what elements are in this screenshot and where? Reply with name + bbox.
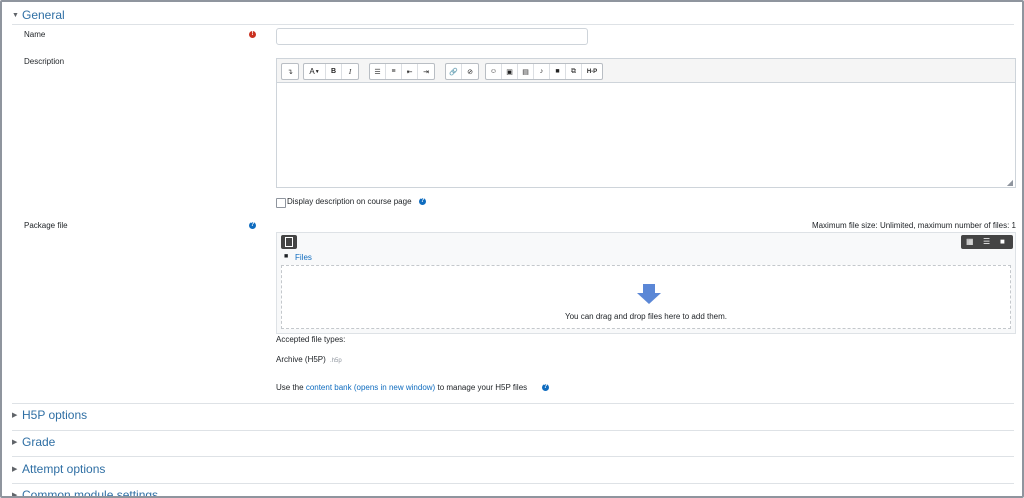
chevron-right-icon: ▶ <box>12 412 18 419</box>
grid-view-icon[interactable]: ▦ <box>966 237 974 246</box>
divider <box>12 24 1014 25</box>
section-attempt-options-header[interactable]: ▶ Attempt options <box>12 462 105 476</box>
section-general-title: General <box>22 8 65 22</box>
exclamation-icon[interactable]: ! <box>249 31 256 38</box>
section-attempt-options-title: Attempt options <box>22 462 106 476</box>
section-common-module-title: Common module settings <box>22 488 159 498</box>
font-style-button[interactable]: A ▼ <box>304 64 326 79</box>
folder-view-icon[interactable]: ■ <box>1000 237 1005 246</box>
file-limits-text: Maximum file size: Unlimited, maximum nu… <box>811 221 1016 230</box>
add-file-button[interactable] <box>281 235 297 249</box>
manage-files-button[interactable]: ⧉ <box>566 64 582 79</box>
section-h5p-options-title: H5P options <box>22 408 88 422</box>
list-view-icon[interactable]: ☰ <box>983 237 990 246</box>
unlink-button[interactable]: ⊘ <box>462 64 478 79</box>
link-button[interactable]: 🔗 <box>446 64 462 79</box>
divider <box>12 483 1014 484</box>
accepted-heading: Accepted file types: <box>276 335 346 344</box>
divider <box>12 456 1014 457</box>
question-icon[interactable]: ? <box>419 198 426 205</box>
display-description-label: Display description on course page <box>287 197 412 206</box>
h5p-button[interactable]: H-P <box>582 64 602 79</box>
divider <box>12 403 1014 404</box>
ordered-list-button[interactable]: ≡ <box>386 64 402 79</box>
chevron-right-icon: ▶ <box>12 439 18 446</box>
toggle-toolbar-button[interactable]: ↴ <box>282 64 298 79</box>
section-grade-title: Grade <box>22 435 56 449</box>
editor-toolbar: ↴ A ▼ B I ☰ ≡ ⇤ ⇥ 🔗 ⊘ ☺ ▣ ▤ ♪ ■ ⧉ H-P <box>276 58 1016 82</box>
h5p-label: H-P <box>586 68 598 75</box>
chevron-down-icon: ▼ <box>12 11 19 19</box>
emoji-button[interactable]: ☺ <box>486 64 502 79</box>
bold-button[interactable]: B <box>326 64 342 79</box>
italic-button[interactable]: I <box>342 64 358 79</box>
arrow-down-icon <box>637 284 661 304</box>
question-icon[interactable]: ? <box>542 384 549 391</box>
media-button[interactable]: ▤ <box>518 64 534 79</box>
section-h5p-options-header[interactable]: ▶ H5P options <box>12 408 87 422</box>
chevron-right-icon: ▶ <box>12 466 18 473</box>
chevron-right-icon: ▶ <box>12 492 18 498</box>
file-picker: ▦ ☰ ■ ■ Files You can drag and drop file… <box>276 232 1016 334</box>
drop-text: You can drag and drop files here to add … <box>564 312 728 321</box>
outdent-button[interactable]: ⇤ <box>402 64 418 79</box>
section-common-module-header[interactable]: ▶ Common module settings <box>12 488 159 498</box>
resize-handle-icon[interactable]: ◢ <box>1007 178 1013 187</box>
accepted-type: Archive (H5P) .h5p <box>276 355 342 364</box>
file-icon <box>285 237 293 247</box>
section-grade-header[interactable]: ▶ Grade <box>12 435 55 449</box>
content-bank-note: Use the content bank (opens in new windo… <box>276 383 528 392</box>
accepted-ext: .h5p <box>330 358 342 364</box>
question-icon[interactable]: ? <box>249 222 256 229</box>
record-video-button[interactable]: ■ <box>550 64 566 79</box>
content-bank-link[interactable]: content bank (opens in new window) <box>306 383 435 392</box>
name-input[interactable] <box>276 28 588 45</box>
indent-button[interactable]: ⇥ <box>418 64 434 79</box>
divider <box>12 430 1014 431</box>
drop-zone[interactable]: You can drag and drop files here to add … <box>281 265 1011 329</box>
name-label: Name <box>24 30 46 39</box>
folder-icon: ■ <box>284 253 289 260</box>
display-description-checkbox[interactable] <box>276 198 286 208</box>
unordered-list-button[interactable]: ☰ <box>370 64 386 79</box>
record-audio-button[interactable]: ♪ <box>534 64 550 79</box>
section-general-header[interactable]: ▼ General <box>12 8 65 22</box>
description-editor[interactable]: ◢ <box>276 82 1016 188</box>
view-toggle-group: ▦ ☰ ■ <box>961 235 1013 249</box>
page-frame: ▼ General Name ! Description ↴ A ▼ B I ☰ … <box>0 0 1024 498</box>
package-file-label: Package file <box>24 221 68 230</box>
description-label: Description <box>24 57 65 66</box>
image-button[interactable]: ▣ <box>502 64 518 79</box>
files-breadcrumb[interactable]: Files <box>295 253 312 262</box>
